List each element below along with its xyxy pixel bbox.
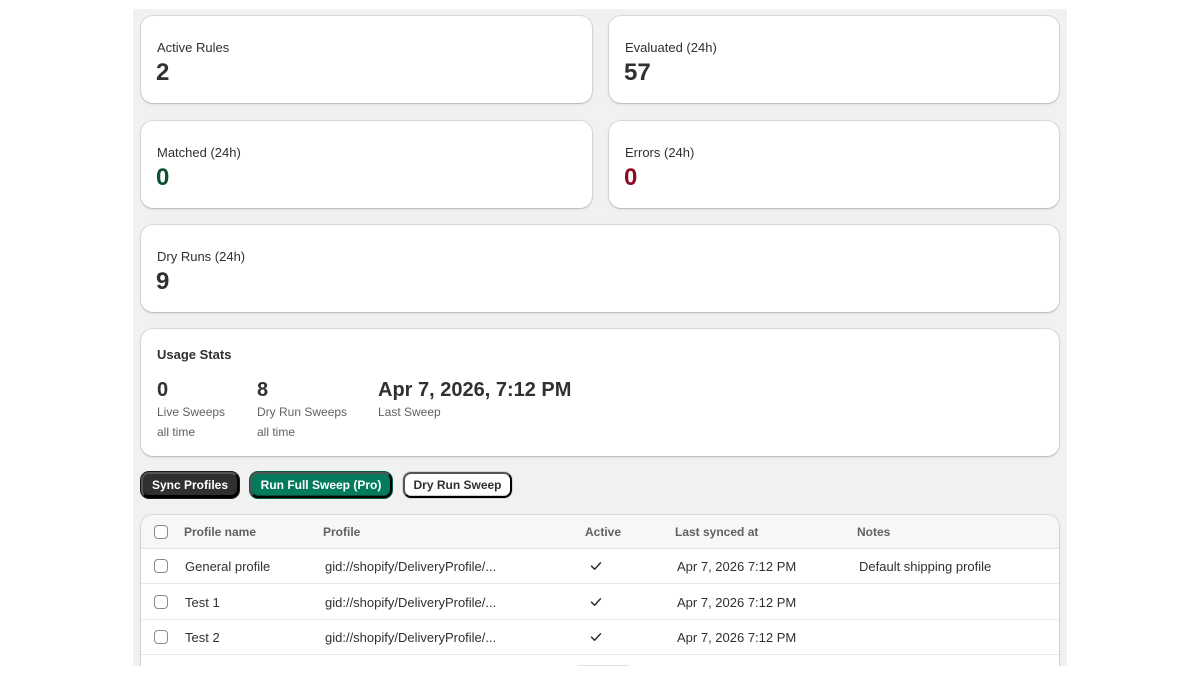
select-all-checkbox[interactable] [154, 525, 168, 539]
usage-stat-sub: all time [257, 425, 296, 439]
metric-value: 2 [156, 59, 170, 86]
sync-profiles-button[interactable]: Sync Profiles [141, 472, 239, 498]
checkmark-icon [590, 562, 602, 570]
usage-stats-card: Usage Stats 0 Live Sweeps all time 8 Dry… [141, 329, 1059, 456]
profile-gid-cell: gid://shopify/DeliveryProfile/... [325, 630, 497, 645]
metric-label: Matched (24h) [157, 145, 241, 160]
table-header: Profile name Profile Active Last synced … [141, 515, 1059, 549]
metric-label: Active Rules [157, 40, 230, 55]
profile-gid-cell: gid://shopify/DeliveryProfile/... [325, 559, 497, 574]
profiles-table: Profile name Profile Active Last synced … [141, 515, 1059, 666]
metric-label: Dry Runs (24h) [157, 249, 246, 264]
usage-stat-live-sweeps: 0 Live Sweeps all time [157, 380, 225, 439]
usage-stat-value: 0 [157, 379, 169, 401]
column-header-last-synced[interactable]: Last synced at [675, 525, 758, 539]
usage-stat-value: 8 [257, 379, 269, 401]
metric-card-evaluated: Evaluated (24h) 57 [609, 16, 1059, 103]
usage-stat-sub: all time [157, 425, 196, 439]
last-synced-cell: Apr 7, 2026 7:12 PM [677, 595, 797, 610]
notes-cell: Default shipping profile [859, 559, 992, 574]
column-header-profile-name[interactable]: Profile name [184, 525, 256, 539]
scrollbar-handle[interactable] [576, 665, 630, 666]
last-synced-cell: Apr 7, 2026 7:12 PM [677, 630, 797, 645]
metric-card-matched: Matched (24h) 0 [141, 121, 592, 208]
row-checkbox[interactable] [154, 595, 168, 609]
checkmark-icon [590, 598, 602, 606]
profile-name-cell: General profile [185, 559, 271, 574]
checkmark-icon [590, 633, 602, 641]
table-row[interactable]: Test 1 gid://shopify/DeliveryProfile/...… [141, 585, 1059, 620]
metric-card-dry-runs: Dry Runs (24h) 9 [141, 225, 1059, 312]
table-row[interactable]: General profile gid://shopify/DeliveryPr… [141, 549, 1059, 584]
dry-run-sweep-button[interactable]: Dry Run Sweep [403, 472, 512, 498]
column-header-profile[interactable]: Profile [323, 525, 360, 539]
profile-gid-cell: gid://shopify/DeliveryProfile/... [325, 595, 497, 610]
metric-label: Errors (24h) [625, 145, 695, 160]
usage-stat-value: Apr 7, 2026, 7:12 PM [378, 379, 572, 401]
run-full-sweep-button[interactable]: Run Full Sweep (Pro) [250, 472, 392, 498]
profile-name-cell: Test 2 [185, 630, 220, 645]
metric-value: 57 [624, 59, 651, 86]
row-checkbox[interactable] [154, 559, 168, 573]
metric-card-active-rules: Active Rules 2 [141, 16, 592, 103]
usage-stat-label: Live Sweeps [157, 405, 226, 419]
page-background: Active Rules 2 Evaluated (24h) 57 Matche… [133, 9, 1067, 666]
usage-stat-label: Dry Run Sweeps [257, 405, 348, 419]
column-header-notes[interactable]: Notes [857, 525, 890, 539]
column-header-active[interactable]: Active [585, 525, 621, 539]
row-checkbox[interactable] [154, 630, 168, 644]
metric-value: 0 [624, 164, 638, 191]
metric-value: 9 [156, 268, 170, 295]
metric-value: 0 [156, 164, 170, 191]
metric-label: Evaluated (24h) [625, 40, 717, 55]
profile-name-cell: Test 1 [185, 595, 220, 610]
last-synced-cell: Apr 7, 2026 7:12 PM [677, 559, 797, 574]
usage-stat-last-sweep: Apr 7, 2026, 7:12 PM Last Sweep [378, 380, 571, 419]
usage-stat-label: Last Sweep [378, 405, 441, 419]
usage-stat-dry-run-sweeps: 8 Dry Run Sweeps all time [257, 380, 347, 439]
table-row[interactable]: Test 2 gid://shopify/DeliveryProfile/...… [141, 620, 1059, 655]
metric-card-errors: Errors (24h) 0 [609, 121, 1059, 208]
usage-stats-title: Usage Stats [157, 347, 232, 362]
